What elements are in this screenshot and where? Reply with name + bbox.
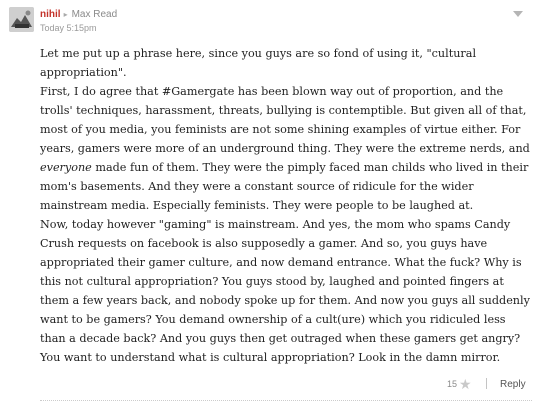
star-count: 15 — [447, 379, 458, 389]
comment-paragraph-2: First, I do agree that #Gamergate has be… — [40, 85, 530, 212]
author-name[interactable]: nihil — [40, 9, 61, 20]
comment-paragraph-1: Let me put up a phrase here, since you g… — [40, 47, 477, 79]
footer-divider — [486, 378, 487, 389]
avatar[interactable] — [9, 7, 34, 32]
comment-body: Let me put up a phrase here, since you g… — [40, 44, 532, 367]
reply-button[interactable]: Reply — [500, 379, 526, 390]
comment-separator — [40, 400, 532, 401]
star-icon[interactable]: ★ — [459, 376, 472, 392]
comment-paragraph-3: Now, today however "gaming" is mainstrea… — [40, 218, 530, 364]
emphasis-text: everyone — [40, 161, 92, 174]
reply-arrow-icon: ▸ — [63, 10, 68, 19]
comment-header: nihil ▸ Max Read — [40, 8, 117, 21]
comment-footer: 15 ★ Reply — [0, 376, 540, 396]
comment-timestamp[interactable]: Today 5:15pm — [40, 23, 97, 33]
chevron-down-icon[interactable] — [513, 11, 523, 17]
reply-to-name[interactable]: Max Read — [72, 9, 118, 20]
comment: nihil ▸ Max Read Today 5:15pm Let me put u… — [0, 0, 540, 406]
